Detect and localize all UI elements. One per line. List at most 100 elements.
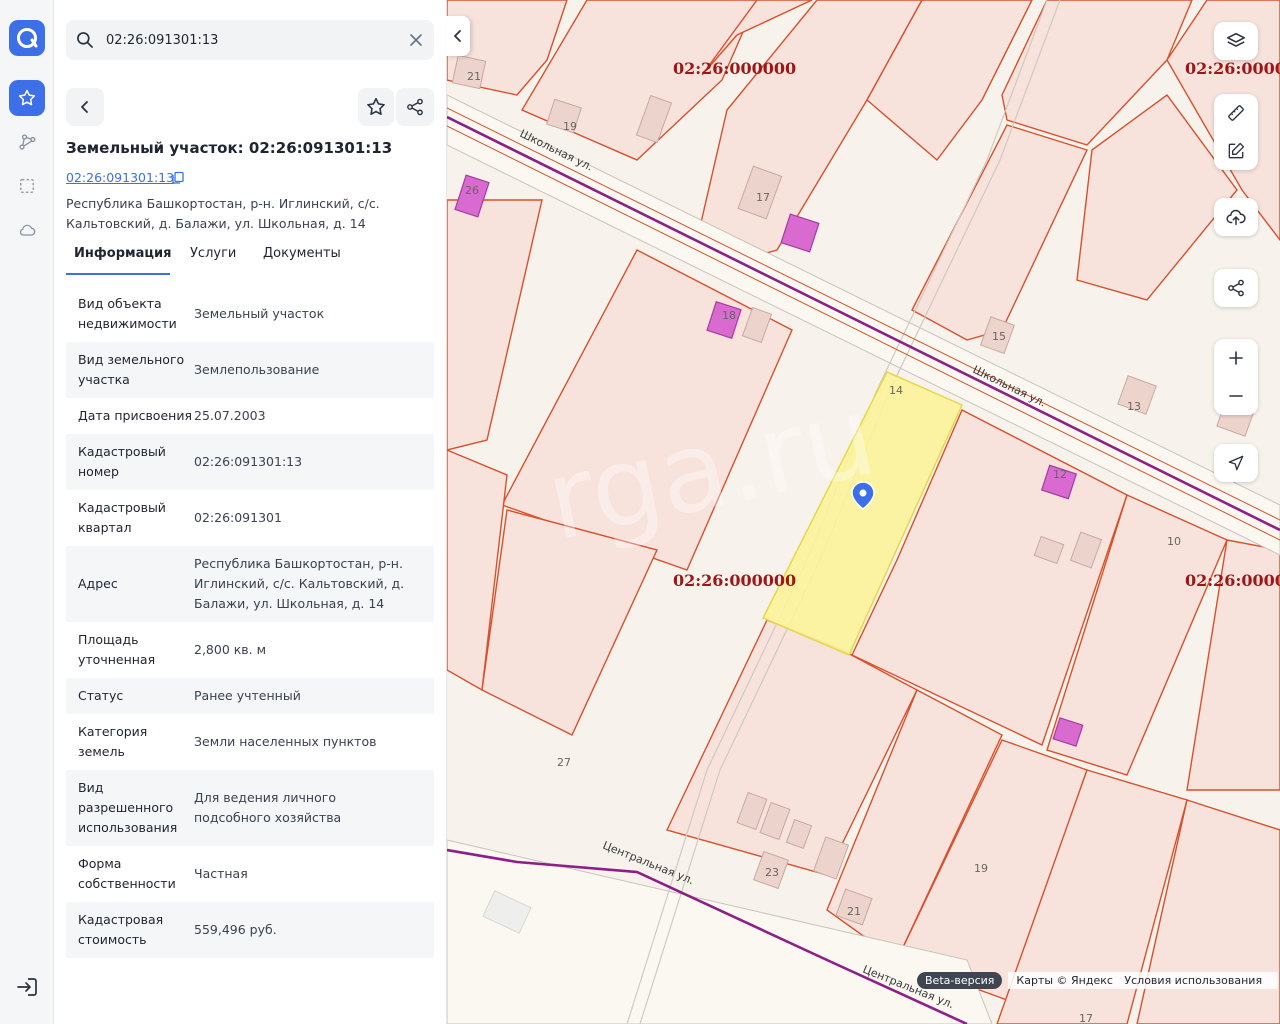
- row-label: Кадастровый квартал: [78, 500, 166, 535]
- row-value: Землепользование: [194, 362, 320, 377]
- yandex-maps-copyright[interactable]: Карты © Яндекс: [1016, 974, 1113, 987]
- parcel: [447, 199, 543, 451]
- selection-icon: [20, 179, 34, 193]
- collapse-panel-button[interactable]: [446, 16, 470, 56]
- minus-icon: [1229, 395, 1243, 397]
- table-row: Кадастровый квартал 02:26:091301: [66, 490, 434, 546]
- house-number: 17: [756, 191, 770, 204]
- row-value: Земли населенных пунктов: [194, 734, 377, 749]
- house-number: 19: [563, 120, 577, 133]
- cadastral-quarter-label: 02:26:000000: [673, 59, 796, 78]
- chevron-left-icon: [454, 30, 461, 42]
- cadastral-map[interactable]: 21 19 26 17 18 15 14 13 12 10 27 23 21 1…: [447, 0, 1280, 1024]
- cadastral-quarter-label: 02:26:000000: [1185, 571, 1280, 590]
- house-number: 15: [992, 330, 1006, 343]
- row-label: Статус: [78, 688, 124, 703]
- star-icon: [367, 97, 385, 116]
- parcel-info-panel: Земельный участок: 02:26:091301:13 02:26…: [54, 0, 446, 1024]
- table-row: Вид объекта недвижимости Земельный участо…: [66, 286, 434, 342]
- row-label: Категория земель: [78, 724, 148, 759]
- page-title: Земельный участок: 02:26:091301:13: [66, 139, 393, 157]
- row-value: Ранее учтенный: [194, 688, 301, 703]
- left-rail: [0, 0, 54, 1024]
- add-favorite-button[interactable]: [358, 88, 394, 126]
- house-number: 21: [847, 905, 861, 918]
- table-row: Категория земель Земли населенных пунктов: [66, 714, 434, 770]
- logout-button[interactable]: [14, 976, 40, 1002]
- house-number: 27: [557, 756, 571, 769]
- layers-button[interactable]: [1214, 22, 1258, 60]
- copy-icon[interactable]: [171, 171, 185, 185]
- ruler-button[interactable]: [1214, 94, 1258, 132]
- star-icon: [18, 89, 36, 106]
- row-value: 2,800 кв. м: [194, 642, 267, 657]
- edit-button[interactable]: [1214, 132, 1258, 170]
- upload-button[interactable]: [1214, 198, 1258, 236]
- layers-control: [1214, 22, 1258, 60]
- row-label: Адрес: [78, 576, 118, 591]
- cloud-nav-button[interactable]: [9, 212, 45, 248]
- back-button[interactable]: [66, 88, 104, 126]
- row-label: Дата присвоения: [78, 408, 192, 423]
- row-value: Земельный участок: [194, 306, 325, 321]
- row-label: Вид земельного участка: [78, 352, 185, 387]
- house-number: 19: [974, 862, 988, 875]
- nodes-icon: [19, 134, 36, 150]
- table-row: Дата присвоения 25.07.2003: [66, 398, 434, 434]
- share-button[interactable]: [396, 88, 434, 126]
- table-row: Кадастровая стоимость 559,496 руб.: [66, 902, 434, 958]
- upload-cloud-icon: [1226, 209, 1246, 226]
- row-value: 559,496 руб.: [194, 922, 277, 937]
- active-tab-indicator: [66, 273, 170, 275]
- zoom-control: [1214, 339, 1258, 415]
- row-value: Для ведения личного подсобного хозяйства: [194, 790, 342, 825]
- search-bar: [66, 20, 434, 60]
- edit-icon: [1228, 142, 1245, 159]
- map-share-button[interactable]: [1214, 269, 1258, 307]
- share-control: [1214, 269, 1258, 307]
- row-value: Республика Башкортостан, р-н. Иглинский,…: [194, 556, 405, 611]
- search-input[interactable]: [106, 29, 396, 51]
- info-table: Вид объекта недвижимости Земельный участо…: [66, 286, 434, 958]
- zoom-out-button[interactable]: [1214, 377, 1258, 415]
- table-row: Площадь уточненная 2,800 кв. м: [66, 622, 434, 678]
- area-select-nav-button[interactable]: [9, 168, 45, 204]
- share-icon: [1228, 279, 1244, 297]
- ruler-icon: [1228, 105, 1244, 121]
- plus-icon: [1229, 351, 1243, 365]
- row-label: Площадь уточненная: [78, 632, 156, 667]
- close-icon[interactable]: [408, 32, 424, 48]
- tab-documents[interactable]: Документы: [263, 246, 341, 261]
- table-row: Статус Ранее учтенный: [66, 678, 434, 714]
- logout-icon: [17, 978, 37, 996]
- table-row: Адрес Республика Башкортостан, р-н. Иглин…: [66, 546, 434, 622]
- house-number: 10: [1167, 535, 1181, 548]
- upload-control: [1214, 198, 1258, 236]
- tab-services[interactable]: Услуги: [190, 246, 236, 261]
- chevron-left-icon: [81, 101, 88, 113]
- beta-badge: Beta-версия: [917, 971, 1003, 989]
- layers-icon: [1227, 32, 1245, 47]
- cloud-icon: [19, 224, 36, 236]
- routes-nav-button[interactable]: [9, 124, 45, 160]
- row-label: Кадастровая стоимость: [78, 912, 164, 947]
- house-number: 21: [467, 70, 481, 83]
- locate-button[interactable]: [1214, 444, 1258, 482]
- terms-of-use-link[interactable]: Условия использования: [1124, 974, 1262, 987]
- zoom-in-button[interactable]: [1214, 339, 1258, 377]
- row-label: Форма собственности: [78, 856, 176, 891]
- table-row: Вид разрешенного использования Для ведени…: [66, 770, 434, 846]
- tab-info[interactable]: Информация: [74, 246, 172, 261]
- favorites-nav-button[interactable]: [9, 80, 45, 116]
- house-number: 12: [1053, 468, 1067, 481]
- house-number: 26: [465, 184, 479, 197]
- house-number: 17: [1079, 1012, 1093, 1024]
- parcel-address: Республика Башкортостан, р-н. Иглинский,…: [66, 196, 380, 231]
- row-label: Вид объекта недвижимости: [78, 296, 177, 331]
- row-value: 02:26:091301:13: [194, 454, 303, 469]
- house-number: 13: [1127, 400, 1141, 413]
- row-value: 25.07.2003: [194, 408, 266, 423]
- cadastral-number-link[interactable]: 02:26:091301:13: [66, 170, 174, 185]
- app-logo-icon[interactable]: [9, 20, 45, 56]
- row-value: Частная: [194, 866, 248, 881]
